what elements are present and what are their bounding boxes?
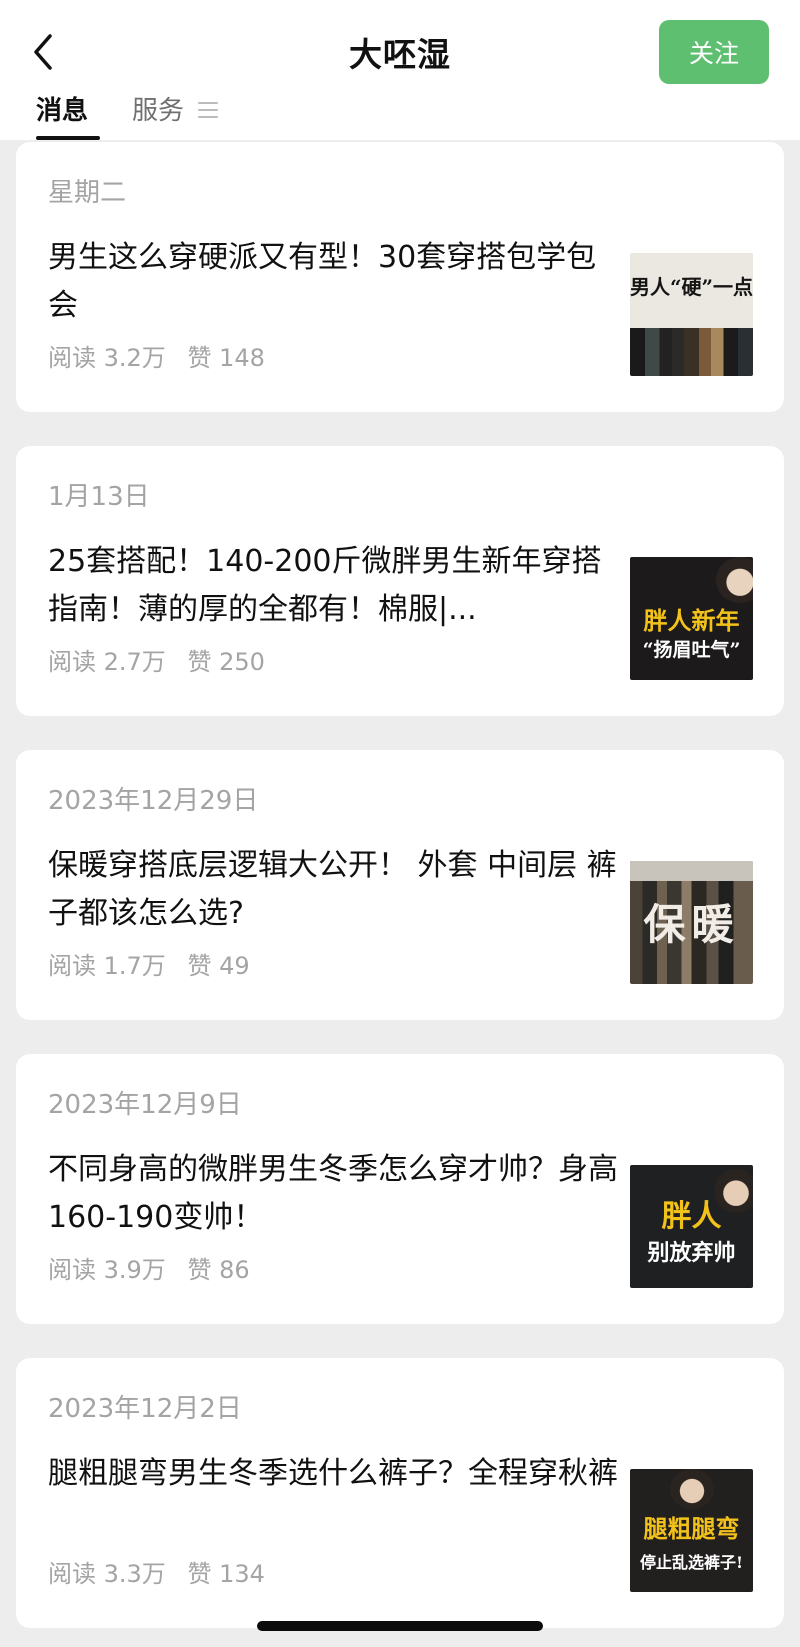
- article-title[interactable]: 腿粗腿弯男生冬季选什么裤子？全程穿秋裤: [48, 1450, 618, 1498]
- read-count: 阅读 3.2万: [48, 344, 166, 372]
- article-date: 1月13日: [48, 482, 150, 512]
- back-button[interactable]: [26, 28, 66, 76]
- article-stats: 阅读 3.3万 赞 134: [48, 1554, 279, 1589]
- article-stats: 阅读 2.7万 赞 250: [48, 642, 279, 677]
- article-thumbnail[interactable]: 胖人新年 “扬眉吐气”: [630, 557, 753, 680]
- article-date: 2023年12月9日: [48, 1090, 242, 1120]
- tab-services[interactable]: 服务: [132, 90, 184, 140]
- article-card[interactable]: 1月13日 25套搭配！140-200斤微胖男生新年穿搭指南！薄的厚的全都有！棉…: [16, 446, 784, 716]
- read-count: 阅读 3.9万: [48, 1256, 166, 1284]
- tab-messages[interactable]: 消息: [36, 90, 100, 140]
- like-count: 赞 250: [187, 648, 265, 676]
- top-bar: 大呸湿 关注 消息 服务: [0, 0, 800, 140]
- read-count: 阅读 2.7万: [48, 648, 166, 676]
- like-count: 赞 148: [187, 344, 265, 372]
- article-title[interactable]: 25套搭配！140-200斤微胖男生新年穿搭指南！薄的厚的全都有！棉服|...: [48, 538, 618, 634]
- thumbnail-caption: 保暖: [643, 900, 740, 949]
- article-thumbnail[interactable]: 男人“硬”一点: [630, 253, 753, 376]
- thumbnail-caption: 胖人: [661, 1199, 722, 1234]
- like-count: 赞 86: [187, 1256, 250, 1284]
- thumbnail-subcaption: “扬眉吐气”: [642, 639, 741, 661]
- thumbnail-subcaption: 停止乱选裤子!: [639, 1553, 744, 1572]
- menu-icon[interactable]: [198, 102, 218, 120]
- article-stats: 阅读 3.9万 赞 86: [48, 1250, 264, 1285]
- article-stats: 阅读 1.7万 赞 49: [48, 946, 264, 981]
- article-date: 2023年12月2日: [48, 1394, 242, 1424]
- article-stats: 阅读 3.2万 赞 148: [48, 338, 279, 373]
- article-title[interactable]: 不同身高的微胖男生冬季怎么穿才帅？身高160-190变帅！: [48, 1146, 618, 1242]
- article-date: 星期二: [48, 178, 127, 208]
- thumbnail-caption: 胖人新年: [643, 606, 740, 635]
- read-count: 阅读 3.3万: [48, 1560, 166, 1588]
- like-count: 赞 49: [187, 952, 250, 980]
- article-card[interactable]: 星期二 男生这么穿硬派又有型！30套穿搭包学包会 阅读 3.2万 赞 148 男…: [16, 142, 784, 412]
- wall-graphic: [630, 861, 753, 881]
- article-card[interactable]: 2023年12月29日 保暖穿搭底层逻辑大公开！ 外套 中间层 裤子都该怎么选?…: [16, 750, 784, 1020]
- chevron-left-icon: [34, 34, 52, 70]
- person-face-graphic: [670, 1469, 714, 1509]
- home-indicator[interactable]: [257, 1621, 543, 1631]
- article-thumbnail[interactable]: 胖人 别放弃帅: [630, 1165, 753, 1288]
- thumbnail-caption: 男人“硬”一点: [630, 275, 753, 299]
- article-thumbnail[interactable]: 腿粗腿弯 停止乱选裤子!: [630, 1469, 753, 1592]
- follow-button[interactable]: 关注: [659, 20, 769, 84]
- clothes-rack-graphic: [630, 328, 753, 376]
- thumbnail-caption: 腿粗腿弯: [643, 1514, 740, 1543]
- active-tab-indicator: [36, 136, 100, 140]
- read-count: 阅读 1.7万: [48, 952, 166, 980]
- article-title[interactable]: 保暖穿搭底层逻辑大公开！ 外套 中间层 裤子都该怎么选?: [48, 842, 618, 938]
- article-card[interactable]: 2023年12月2日 腿粗腿弯男生冬季选什么裤子？全程穿秋裤 阅读 3.3万 赞…: [16, 1358, 784, 1628]
- article-date: 2023年12月29日: [48, 786, 259, 816]
- tab-messages-label: 消息: [36, 96, 89, 126]
- article-thumbnail[interactable]: 保暖: [630, 861, 753, 984]
- like-count: 赞 134: [187, 1560, 265, 1588]
- thumbnail-subcaption: 别放弃帅: [647, 1240, 736, 1266]
- tab-bar: 消息 服务: [0, 90, 800, 140]
- person-face-graphic: [716, 557, 753, 603]
- article-title[interactable]: 男生这么穿硬派又有型！30套穿搭包学包会: [48, 234, 618, 330]
- tab-services-label: 服务: [132, 96, 185, 126]
- article-card[interactable]: 2023年12月9日 不同身高的微胖男生冬季怎么穿才帅？身高160-190变帅！…: [16, 1054, 784, 1324]
